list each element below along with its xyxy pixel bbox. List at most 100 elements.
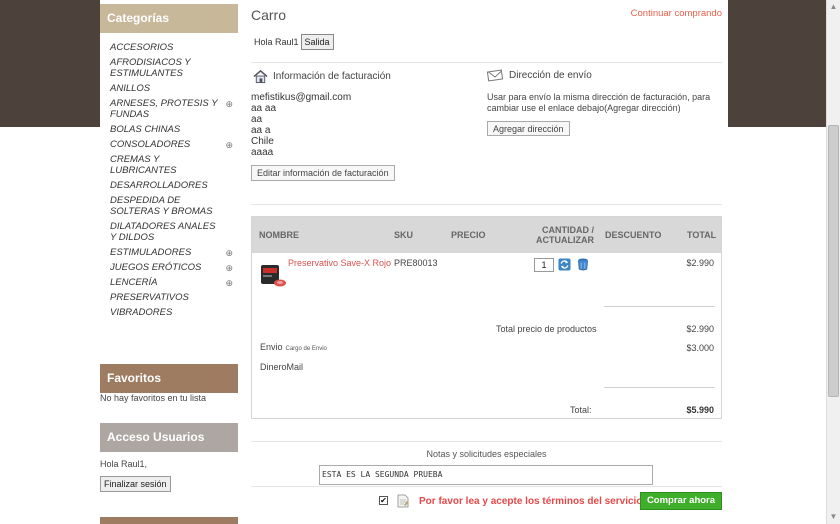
quantity-input[interactable]: 1 [534, 258, 554, 272]
products-total-value: $2.990 [686, 324, 714, 334]
category-label: LENCERÍA [110, 277, 158, 288]
exit-button[interactable]: Salida [300, 34, 334, 50]
billing-address-line: Chile [251, 136, 274, 147]
product-total: $2.990 [686, 258, 714, 268]
favorites-empty-text: No hay favoritos en tu lista [100, 393, 207, 403]
house-icon [253, 69, 268, 84]
shipping-sub-label: Cargo de Envio [285, 346, 327, 352]
shipping-description: Usar para envío la misma dirección de fa… [487, 92, 711, 113]
category-label: DILATADORES ANALES Y DILDOS [110, 221, 216, 243]
expand-arrow-icon[interactable]: ⊕ [225, 263, 233, 274]
scroll-thumb[interactable] [828, 125, 839, 397]
category-label: AFRODISIACOS Y ESTIMULANTES [110, 57, 191, 79]
category-item[interactable]: ACCESORIOS [100, 40, 238, 55]
category-item[interactable]: DILATADORES ANALES Y DILDOS [100, 219, 238, 245]
divider [251, 441, 722, 442]
trash-icon[interactable] [577, 258, 589, 271]
divider [251, 486, 722, 487]
document-icon [397, 494, 409, 508]
category-label: PRESERVATIVOS [110, 292, 189, 303]
continue-shopping-link[interactable]: Continuar comprando [631, 8, 722, 19]
category-label: CREMAS Y LUBRICANTES [110, 154, 177, 176]
category-label: BOLAS CHINAS [110, 124, 181, 135]
billing-address-line: aa a [251, 125, 271, 136]
category-item[interactable]: PRESERVATIVOS [100, 290, 238, 305]
category-item[interactable]: ANILLOS [100, 81, 238, 96]
terms-checkbox[interactable]: ✔ [379, 496, 388, 505]
payment-method: DineroMail [260, 362, 304, 372]
greeting-text: Hola Raul1 [254, 37, 299, 47]
category-label: ANILLOS [110, 83, 151, 94]
products-total-label: Total precio de productos [496, 324, 597, 334]
category-label: ARNESES, PROTESIS Y FUNDAS [110, 98, 218, 120]
total-divider [604, 387, 715, 388]
billing-address-line: aa aa [251, 103, 277, 114]
category-label: DESPEDIDA DE SOLTERAS Y BROMAS [110, 195, 213, 217]
vertical-scrollbar[interactable]: ▲ ▼ [826, 0, 840, 524]
divider [251, 204, 722, 205]
category-item[interactable]: BOLAS CHINAS [100, 122, 238, 137]
category-label: ESTIMULADORES [110, 247, 192, 258]
category-item[interactable]: CREMAS Y LUBRICANTES [100, 152, 238, 178]
expand-arrow-icon[interactable]: ⊕ [225, 278, 233, 289]
subtotal-divider [604, 306, 715, 307]
header-price: PRECIO [451, 230, 486, 240]
page-title: Carro [251, 7, 287, 23]
product-thumbnail[interactable] [259, 262, 287, 288]
category-item[interactable]: DESARROLLADORES [100, 178, 238, 193]
billing-address-line: aaaa [251, 147, 274, 158]
terms-of-service-link[interactable]: Por favor lea y acepte los términos del … [419, 496, 645, 507]
access-hello-text: Hola Raul1, [100, 459, 148, 469]
add-address-button[interactable]: Agregar dirección [487, 121, 570, 136]
notes-textarea[interactable]: ESTA ES LA SEGUNDA PRUEBA [319, 465, 653, 485]
category-label: DESARROLLADORES [110, 180, 208, 191]
category-label: VIBRADORES [110, 307, 173, 318]
header-name: NOMBRE [259, 230, 299, 240]
category-label: JUEGOS ERÓTICOS [110, 262, 202, 273]
refresh-icon[interactable] [558, 258, 571, 271]
expand-arrow-icon[interactable]: ⊕ [225, 140, 233, 151]
billing-address-line: mefistikus@gmail.com [251, 92, 352, 103]
category-label: ACCESORIOS [110, 42, 174, 53]
category-item[interactable]: CONSOLADORES ⊕ [100, 137, 238, 152]
category-item[interactable]: LENCERÍA ⊕ [100, 275, 238, 290]
category-item[interactable]: ESTIMULADORES ⊕ [100, 245, 238, 260]
category-item[interactable]: VIBRADORES [100, 305, 238, 320]
scroll-down-arrow-icon[interactable]: ▼ [827, 510, 840, 524]
category-item[interactable]: AFRODISIACOS Y ESTIMULANTES [100, 55, 238, 81]
header-quantity: CANTIDAD / ACTUALIZAR [532, 217, 594, 253]
category-label: CONSOLADORES [110, 139, 191, 150]
shipping-section-title: Dirección de envío [487, 69, 592, 82]
category-item[interactable]: JUEGOS ERÓTICOS ⊕ [100, 260, 238, 275]
buy-now-button[interactable]: Comprar ahora [640, 492, 722, 510]
billing-section-title: Información de facturación [253, 69, 391, 84]
shipping-value: $3.000 [686, 343, 714, 353]
header-quantity-line2: ACTUALIZAR [536, 235, 594, 245]
categories-list: ACCESORIOS AFRODISIACOS Y ESTIMULANTES ANI… [100, 40, 238, 320]
product-sku: PRE80013 [394, 258, 438, 268]
expand-arrow-icon[interactable]: ⊕ [225, 99, 233, 110]
favorites-title: Favoritos [100, 364, 238, 393]
categories-title: Categorías [100, 4, 238, 33]
shipping-label: Envio [260, 342, 283, 352]
category-item[interactable]: ARNESES, PROTESIS Y FUNDAS ⊕ [100, 96, 238, 122]
notes-label: Notas y solicitudes especiales [426, 449, 547, 459]
envelope-icon [487, 69, 503, 82]
billing-address: mefistikus@gmail.com aa aa aa aa a Chile aaaa [251, 92, 351, 158]
sidebar-bottom-panel [100, 517, 238, 524]
header-discount: DESCUENTO [605, 230, 662, 240]
cart-table-header: NOMBRE SKU PRECIO CANTIDAD / ACTUALIZAR … [252, 217, 721, 253]
category-item[interactable]: DESPEDIDA DE SOLTERAS Y BROMAS [100, 193, 238, 219]
shipping-title-text: Dirección de envío [509, 70, 592, 81]
cart-table: NOMBRE SKU PRECIO CANTIDAD / ACTUALIZAR … [251, 216, 722, 419]
header-band-right [728, 0, 826, 127]
shipping-row-label: Envio Cargo de Envio [260, 342, 327, 352]
scroll-up-arrow-icon[interactable]: ▲ [827, 0, 840, 14]
header-band-left [0, 0, 100, 127]
expand-arrow-icon[interactable]: ⊕ [225, 248, 233, 259]
product-name-link[interactable]: Preservativo Save-X Rojo [288, 258, 391, 268]
header-quantity-line1: CANTIDAD / [542, 225, 594, 235]
logout-button[interactable]: Finalizar sesión [100, 476, 171, 492]
edit-billing-button[interactable]: Editar información de facturación [251, 165, 395, 181]
header-total: TOTAL [687, 230, 717, 240]
